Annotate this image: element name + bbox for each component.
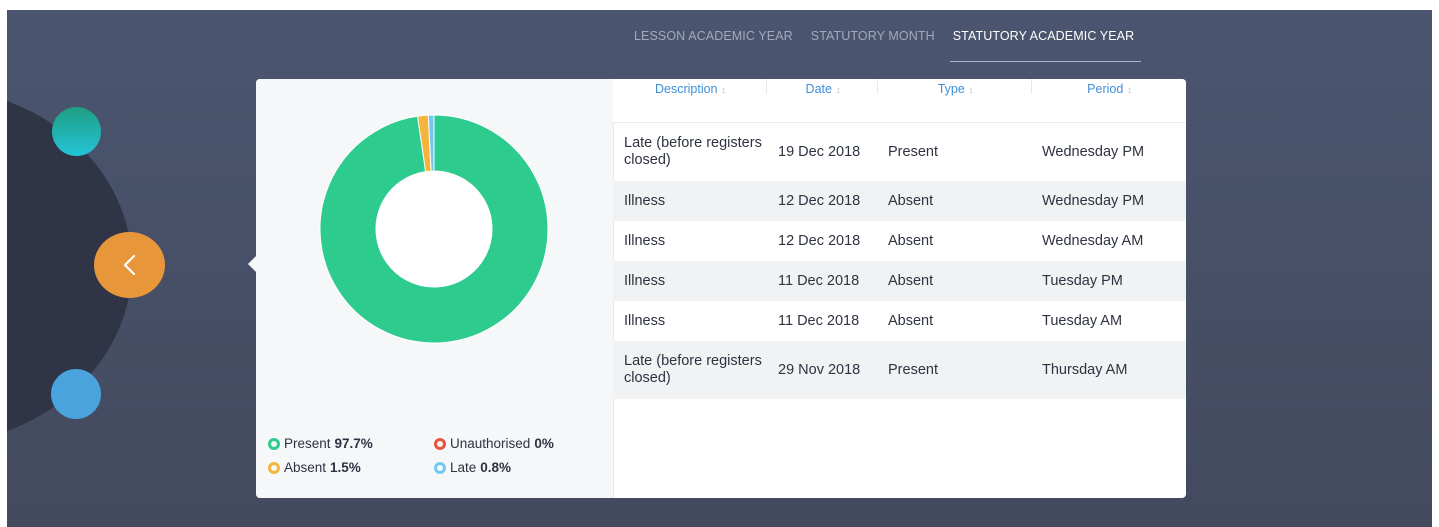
attendance-table: Description ↕ Date ↕ Type ↕ Period ↕ Late (b… <box>613 79 1186 498</box>
orbit-dot-blue[interactable] <box>51 369 101 419</box>
cell-date: 12 Dec 2018 <box>778 192 861 209</box>
legend-value: 0.8% <box>480 460 512 475</box>
sort-icon: ↕ <box>1127 85 1132 95</box>
column-divider <box>1031 79 1032 94</box>
sort-icon: ↕ <box>721 85 727 95</box>
cell-period: Wednesday PM <box>1042 192 1145 209</box>
legend-item-absent: Absent 1.5% <box>268 460 434 475</box>
period-tabs: LESSON ACADEMIC YEAR STATUTORY MONTH STA… <box>625 10 1143 62</box>
column-divider <box>766 79 767 94</box>
cell-period: Thursday AM <box>1042 361 1128 378</box>
legend-label: Unauthorised <box>450 436 531 451</box>
legend-value: 0% <box>534 436 554 451</box>
chevron-left-icon <box>123 254 135 276</box>
legend-item-late: Late 0.8% <box>434 460 604 475</box>
orbit-dot-teal[interactable] <box>52 107 101 156</box>
tab-lesson-academic-year[interactable]: LESSON ACADEMIC YEAR <box>625 10 802 62</box>
tab-statutory-academic-year[interactable]: STATUTORY ACADEMIC YEAR <box>944 10 1144 62</box>
table-row[interactable]: Late (before registers closed) 19 Dec 20… <box>613 123 1186 181</box>
cell-period: Wednesday AM <box>1042 232 1144 249</box>
cell-date: 29 Nov 2018 <box>778 361 861 378</box>
table-row[interactable]: Illness 11 Dec 2018 Absent Tuesday AM <box>613 301 1186 341</box>
cell-description: Illness <box>624 232 666 249</box>
table-row[interactable]: Illness 11 Dec 2018 Absent Tuesday PM <box>613 261 1186 301</box>
cell-description: Illness <box>624 272 666 289</box>
table-header: Description ↕ Date ↕ Type ↕ Period ↕ <box>613 79 1186 123</box>
attendance-panel-background: LESSON ACADEMIC YEAR STATUTORY MONTH STA… <box>7 10 1432 527</box>
cell-period: Wednesday PM <box>1042 143 1145 160</box>
cell-period: Tuesday PM <box>1042 272 1123 289</box>
attendance-card: Present 97.7% Unauthorised 0% Absent 1.5… <box>256 79 1186 498</box>
cell-description: Late (before registers closed) <box>624 135 762 168</box>
cell-description: Late (before registers closed) <box>624 353 762 386</box>
cell-date: 11 Dec 2018 <box>778 272 860 289</box>
legend-value: 1.5% <box>330 460 361 475</box>
column-header-label: Period <box>1087 82 1124 96</box>
cell-type: Absent <box>888 312 934 329</box>
legend-label: Absent <box>284 460 327 475</box>
column-header-date[interactable]: Date ↕ <box>768 79 878 100</box>
table-row[interactable]: Late (before registers closed) 29 Nov 20… <box>613 341 1186 399</box>
legend-marker-absent <box>268 461 280 474</box>
legend-label: Present <box>284 436 331 451</box>
column-header-label: Description <box>654 82 718 96</box>
legend-item-unauthorised: Unauthorised 0% <box>434 436 604 451</box>
cell-date: 19 Dec 2018 <box>778 143 861 160</box>
chart-legend: Present 97.7% Unauthorised 0% Absent 1.5… <box>268 436 608 475</box>
cell-type: Absent <box>888 232 934 249</box>
attendance-donut-chart <box>319 114 549 344</box>
legend-item-present: Present 97.7% <box>268 436 434 451</box>
column-header-label: Type <box>937 82 965 96</box>
table-row[interactable]: Illness 12 Dec 2018 Absent Wednesday AM <box>613 221 1186 261</box>
donut-hole <box>376 171 492 287</box>
legend-label: Late <box>450 460 477 475</box>
cell-date: 12 Dec 2018 <box>778 232 861 249</box>
tab-statutory-month[interactable]: STATUTORY MONTH <box>802 10 944 62</box>
cell-description: Illness <box>624 192 666 209</box>
cell-type: Present <box>888 361 938 378</box>
cell-period: Tuesday AM <box>1042 312 1123 329</box>
column-header-description[interactable]: Description ↕ <box>613 79 768 100</box>
cell-type: Absent <box>888 272 934 289</box>
column-header-label: Date <box>805 82 832 96</box>
column-header-period[interactable]: Period ↕ <box>1033 79 1186 100</box>
card-pointer <box>248 256 256 272</box>
legend-marker-unauthorised <box>434 437 446 450</box>
cell-type: Present <box>888 143 938 160</box>
cell-date: 11 Dec 2018 <box>778 312 860 329</box>
sort-icon: ↕ <box>968 85 974 95</box>
legend-value: 97.7% <box>334 436 373 451</box>
cell-type: Absent <box>888 192 934 209</box>
column-header-type[interactable]: Type ↕ <box>878 79 1033 100</box>
legend-marker-present <box>268 437 280 450</box>
back-button[interactable] <box>94 232 165 298</box>
table-row[interactable]: Illness 12 Dec 2018 Absent Wednesday PM <box>613 181 1186 221</box>
table-body: Late (before registers closed) 19 Dec 20… <box>613 123 1186 399</box>
chart-pane: Present 97.7% Unauthorised 0% Absent 1.5… <box>256 79 614 498</box>
sort-icon: ↕ <box>835 85 841 95</box>
legend-marker-late <box>434 461 446 474</box>
cell-description: Illness <box>624 312 666 329</box>
